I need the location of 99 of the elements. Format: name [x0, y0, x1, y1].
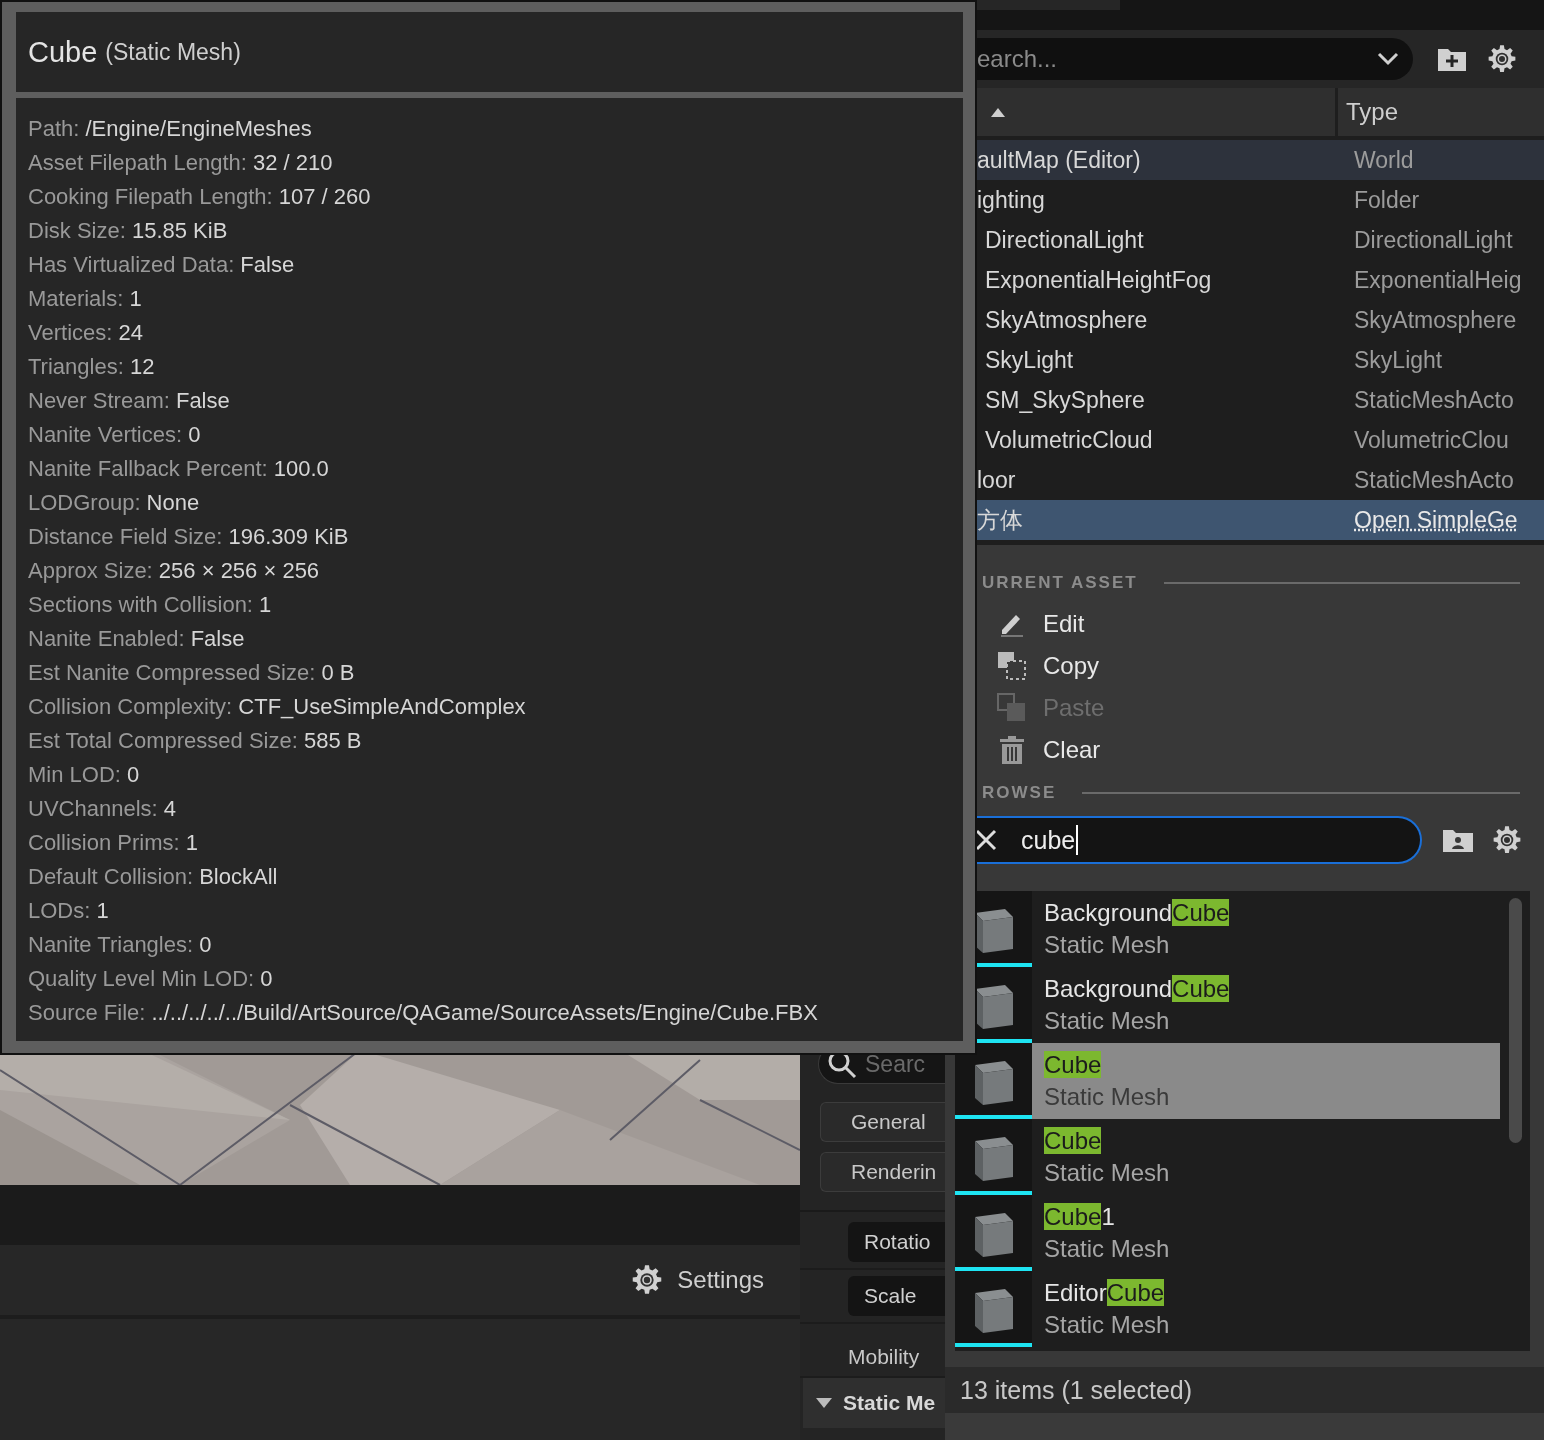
type-cell-text: StaticMeshActo — [1353, 386, 1514, 414]
type-cell-text: SkyAtmosphere — [1353, 306, 1517, 334]
paste-icon — [997, 693, 1027, 723]
outliner-row[interactable]: loor StaticMeshActo — [977, 460, 1544, 500]
scrollbar-thumb[interactable] — [1509, 898, 1522, 1143]
property-line: Est Nanite Compressed Size: 0 B — [28, 659, 356, 687]
property-line: Collision Prims: 1 — [28, 829, 199, 857]
outliner-row[interactable]: SM_SkySphere StaticMeshActo — [977, 380, 1544, 420]
trash-icon — [997, 735, 1027, 765]
property-line: Materials: 1 — [28, 285, 143, 313]
name-cell-text: ighting — [977, 186, 1046, 214]
property-line: Vertices: 24 — [28, 319, 144, 347]
outliner-row[interactable]: aultMap (Editor) World — [977, 140, 1544, 180]
section-header[interactable]: Static Me — [803, 1378, 945, 1428]
column-header[interactable]: Type — [1346, 98, 1399, 126]
property-line: Has Virtualized Data: False — [28, 251, 296, 279]
tooltip-title: Cube — [28, 35, 98, 69]
name-cell-text: 方体 — [977, 505, 1024, 535]
outliner-row[interactable]: SkyLight SkyLight — [977, 340, 1544, 380]
settings-icon[interactable] — [1487, 44, 1517, 74]
property-line: Approx Size: 256 × 256 × 256 — [28, 557, 321, 585]
type-cell-text: VolumetricClou — [1353, 426, 1509, 454]
outliner-row[interactable]: VolumetricCloud VolumetricClou — [977, 420, 1544, 460]
menu-item[interactable]: Clear — [997, 729, 1544, 771]
section-heading: ROWSE — [982, 783, 1057, 803]
property-line: Never Stream: False — [28, 387, 231, 415]
asset-type: Static Mesh — [1044, 1083, 1171, 1111]
outliner-row[interactable]: 方体 Open SimpleGe — [977, 500, 1544, 540]
property-line: UVChannels: 4 — [28, 795, 177, 823]
type-cell-text: SkyLight — [1353, 346, 1443, 374]
sort-arrow-icon[interactable] — [991, 107, 1005, 117]
name-cell-text: SkyLight — [984, 346, 1075, 374]
status-text: 13 items (1 selected) — [960, 1375, 1193, 1405]
filter-button[interactable]: General — [820, 1102, 945, 1142]
filter-button[interactable]: Renderin — [820, 1152, 945, 1192]
asset-name: BackgroundCube — [1044, 899, 1231, 927]
asset-type: Static Mesh — [1044, 1311, 1171, 1339]
outliner-row[interactable]: ExponentialHeightFog ExponentialHeig — [977, 260, 1544, 300]
property-line: Default Collision: BlockAll — [28, 863, 279, 891]
outliner-row[interactable]: ighting Folder — [977, 180, 1544, 220]
add-folder-icon[interactable] — [1437, 46, 1467, 72]
property-line: Min LOD: 0 — [28, 761, 141, 789]
type-cell-text: World — [1353, 146, 1414, 174]
property-button[interactable]: Scale — [848, 1276, 945, 1316]
asset-list-item[interactable]: Cube Static Mesh — [955, 1119, 1500, 1195]
copy-icon — [997, 651, 1027, 681]
section-heading: URRENT ASSET — [982, 573, 1138, 593]
property-line: Nanite Fallback Percent: 100.0 — [28, 455, 330, 483]
property-button[interactable]: Rotatio — [848, 1222, 945, 1262]
name-cell-text: DirectionalLight — [984, 226, 1145, 254]
settings-icon[interactable] — [1492, 825, 1522, 855]
name-cell-text: VolumetricCloud — [984, 426, 1154, 454]
folder-icon[interactable] — [1442, 827, 1474, 853]
asset-type: Static Mesh — [1044, 1235, 1171, 1263]
property-line: Nanite Enabled: False — [28, 625, 246, 653]
property-line: Path: /Engine/EngineMeshes — [28, 115, 313, 143]
property-line: Sections with Collision: 1 — [28, 591, 273, 619]
outliner-row[interactable]: SkyAtmosphere SkyAtmosphere — [977, 300, 1544, 340]
type-cell-text: StaticMeshActo — [1353, 466, 1514, 494]
property-line: Source File: ../../../../../Build/ArtSource/QAGame/SourceAssets/Engine/Cube.FBX — [28, 999, 819, 1027]
settings-icon[interactable] — [631, 1264, 664, 1296]
asset-name: Cube — [1044, 1051, 1103, 1079]
property-line: Nanite Triangles: 0 — [28, 931, 213, 959]
name-cell-text: aultMap (Editor) — [977, 146, 1142, 174]
property-line: Distance Field Size: 196.309 KiB — [28, 523, 350, 551]
asset-type: Static Mesh — [1044, 1159, 1171, 1187]
type-cell-text: Folder — [1353, 186, 1420, 214]
close-icon[interactable] — [975, 829, 997, 851]
name-cell-text: ExponentialHeightFog — [984, 266, 1213, 294]
property-line: Est Total Compressed Size: 585 B — [28, 727, 363, 755]
search-field[interactable]: earch... — [977, 38, 1413, 80]
chevron-down-icon[interactable] — [1377, 52, 1399, 66]
menu-item[interactable]: Edit — [997, 603, 1544, 645]
asset-type: Static Mesh — [1044, 1007, 1171, 1035]
property-line: Disk Size: 15.85 KiB — [28, 217, 229, 245]
name-cell-text: loor — [977, 466, 1017, 494]
asset-name: BackgroundCube — [1044, 975, 1231, 1003]
property-line: Collision Complexity: CTF_UseSimpleAndComplex — [28, 693, 527, 721]
name-cell-text: SkyAtmosphere — [984, 306, 1149, 334]
asset-name: Cube — [1044, 1127, 1103, 1155]
type-cell-text: DirectionalLight — [1353, 226, 1513, 254]
settings-button[interactable]: Settings — [627, 1260, 768, 1300]
type-link[interactable]: Open SimpleGe — [1338, 506, 1518, 534]
type-cell-text: ExponentialHeig — [1353, 266, 1522, 294]
property-line: Cooking Filepath Length: 107 / 260 — [28, 183, 372, 211]
property-line: Asset Filepath Length: 32 / 210 — [28, 149, 334, 177]
asset-list-item[interactable]: Cube1 Static Mesh — [955, 1195, 1500, 1271]
outliner-row[interactable]: DirectionalLight DirectionalLight — [977, 220, 1544, 260]
tooltip-subtitle: (Static Mesh) — [105, 38, 241, 66]
property-line: Quality Level Min LOD: 0 — [28, 965, 274, 993]
property-line: LODs: 1 — [28, 897, 110, 925]
menu-item[interactable]: Copy — [997, 645, 1544, 687]
property-label: Mobility — [848, 1345, 920, 1369]
asset-type: Static Mesh — [1044, 931, 1171, 959]
property-line: Triangles: 12 — [28, 353, 156, 381]
property-line: Nanite Vertices: 0 — [28, 421, 202, 449]
asset-name: Cube1 — [1044, 1203, 1116, 1231]
name-cell-text: SM_SkySphere — [984, 386, 1146, 414]
property-line: LODGroup: None — [28, 489, 201, 517]
